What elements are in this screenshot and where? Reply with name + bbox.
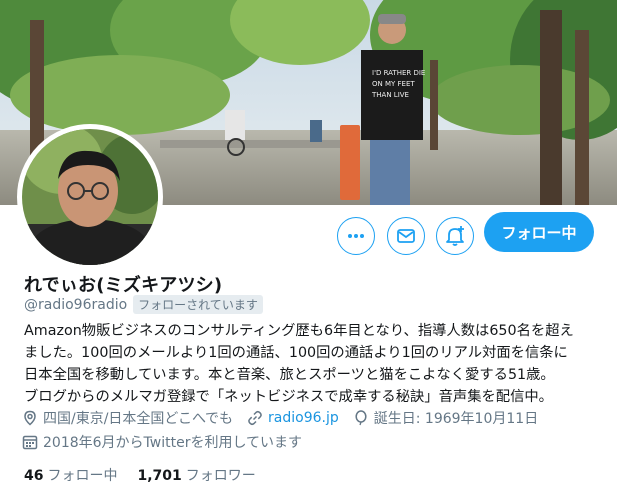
more-button[interactable] — [337, 217, 375, 255]
following-count: 46 — [24, 468, 44, 484]
profile-meta: 四国/東京/日本全国どこへでも radio96.jp 誕生日: 1969年10月… — [22, 408, 552, 428]
location: 四国/東京/日本全国どこへでも — [22, 408, 233, 428]
birthday-text: 誕生日: 1969年10月11日 — [373, 411, 539, 427]
following-stat[interactable]: 46 フォロー中 — [24, 465, 117, 485]
mail-icon — [397, 229, 415, 243]
notifications-button[interactable] — [436, 217, 474, 255]
svg-text:THAN LIVE: THAN LIVE — [371, 91, 409, 99]
display-name: れでぃお(ミズキアツシ) — [24, 275, 223, 296]
joined: 2018年6月からTwitterを利用しています — [22, 432, 302, 452]
birthday: 誕生日: 1969年10月11日 — [353, 408, 538, 428]
profile-avatar[interactable] — [17, 124, 163, 270]
handle: @radio96radio — [24, 296, 128, 313]
joined-row: 2018年6月からTwitterを利用しています — [22, 432, 316, 452]
calendar-icon — [22, 435, 38, 450]
bio-line: 日本全国を移動しています。本と音楽、旅とスポーツと猫をこよなく愛する51歳。 — [24, 367, 555, 383]
followers-stat[interactable]: 1,701 フォロワー — [137, 465, 255, 485]
balloon-icon — [355, 410, 367, 426]
follows-you-badge: フォローされています — [133, 295, 263, 314]
follow-stats: 46 フォロー中 1,701 フォロワー — [24, 465, 276, 485]
followers-count: 1,701 — [137, 468, 182, 484]
website-link[interactable]: radio96.jp — [268, 410, 339, 426]
followers-label: フォロワー — [185, 468, 256, 484]
website: radio96.jp — [247, 410, 339, 426]
more-icon — [348, 234, 364, 238]
following-button[interactable]: フォロー中 — [484, 212, 594, 252]
location-text: 四国/東京/日本全国どこへでも — [43, 411, 234, 427]
location-pin-icon — [24, 410, 36, 426]
following-label: フォロー中 — [47, 468, 118, 484]
bio-line: Amazon物販ビジネスのコンサルティング歴も6年目となり、指導人数は650名を… — [24, 323, 574, 339]
message-button[interactable] — [387, 217, 425, 255]
svg-text:I'D RATHER DIE: I'D RATHER DIE — [372, 69, 425, 77]
bio-line: ブログからのメルマガ登録で「ネットビジネスで成幸する秘訣」音声集を配信中。 — [24, 389, 553, 405]
handle-row: @radio96radio フォローされています — [24, 295, 263, 314]
link-icon — [248, 410, 262, 426]
svg-text:ON MY FEET: ON MY FEET — [372, 80, 415, 88]
bell-plus-icon — [446, 226, 464, 246]
profile-bio: Amazon物販ビジネスのコンサルティング歴も6年目となり、指導人数は650名を… — [24, 320, 604, 408]
bio-line: ました。100回のメールより1回の通話、100回の通話より1回のリアル対面を信条… — [24, 345, 568, 361]
joined-text: 2018年6月からTwitterを利用しています — [43, 435, 303, 451]
